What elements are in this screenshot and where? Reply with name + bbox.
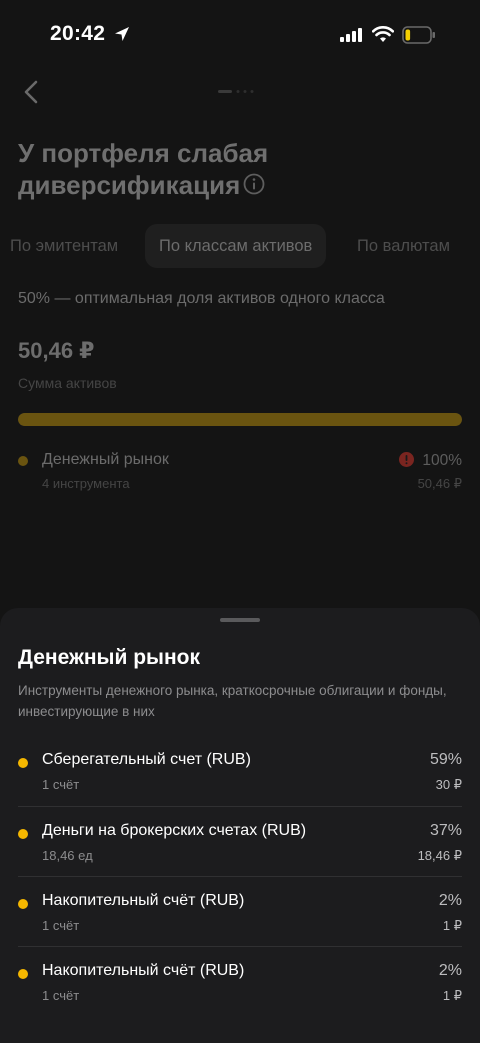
asset-class-dot	[18, 456, 28, 466]
instrument-dot	[18, 899, 28, 909]
asset-class-percent: 100%	[422, 452, 462, 469]
instrument-percent: 59%	[429, 751, 462, 768]
instrument-name: Деньги на брокерских счетах (RUB)	[42, 822, 307, 839]
list-item[interactable]: Накопительный счёт (RUB) 1 счёт 2% 1 ₽	[18, 876, 462, 946]
sheet-title: Денежный рынок	[18, 646, 201, 669]
instrument-name: Сберегательный счет (RUB)	[42, 751, 251, 768]
wifi-icon	[372, 26, 394, 42]
optimal-share-note: 50% — оптимальная доля активов одного кл…	[18, 290, 385, 307]
tab-by-currencies[interactable]: По валютам	[357, 224, 450, 268]
instrument-list: Сберегательный счет (RUB) 1 счёт 59% 30 …	[18, 736, 462, 1016]
tabs: По эмитентам По классам активов По валют…	[0, 224, 480, 268]
instrument-count: 1 счёт	[42, 918, 80, 933]
instrument-amount: 1 ₽	[442, 918, 462, 933]
sheet-description: Инструменты денежного рынка, краткосрочн…	[18, 683, 447, 719]
battery-icon	[402, 26, 435, 44]
instrument-count: 1 счёт	[42, 777, 80, 792]
instrument-dot	[18, 758, 28, 768]
status-time: 20:42	[50, 22, 106, 45]
instrument-name: Накопительный счёт (RUB)	[42, 962, 245, 979]
instrument-dot	[18, 969, 28, 979]
location-arrow-icon	[115, 27, 129, 41]
instrument-count: 1 счёт	[42, 988, 80, 1003]
cellular-signal-icon	[340, 28, 362, 42]
list-item[interactable]: Деньги на брокерских счетах (RUB) 18,46 …	[18, 806, 462, 876]
info-icon[interactable]	[243, 173, 265, 195]
asset-class-row[interactable]: Денежный рынок 4 инструмента 100% 50,46 …	[18, 448, 462, 498]
instrument-count: 18,46 ед	[42, 848, 93, 863]
asset-class-amount: 50,46 ₽	[417, 476, 462, 491]
page-indicator-icon	[218, 90, 254, 93]
instrument-percent: 2%	[438, 962, 462, 979]
asset-class-name: Денежный рынок	[42, 451, 169, 468]
instrument-amount: 30 ₽	[435, 777, 462, 792]
instrument-name: Накопительный счёт (RUB)	[42, 892, 245, 909]
instrument-dot	[18, 829, 28, 839]
total-sum-label: Сумма активов	[18, 375, 117, 391]
list-item[interactable]: Сберегательный счет (RUB) 1 счёт 59% 30 …	[18, 736, 462, 806]
sheet-drag-handle[interactable]	[220, 618, 260, 622]
tab-by-issuers[interactable]: По эмитентам	[10, 224, 118, 268]
status-bar: 20:42	[0, 0, 480, 70]
allocation-progress-bar	[18, 413, 462, 426]
instrument-percent: 37%	[429, 822, 462, 839]
page-title: У портфеля слабая диверсификация	[18, 138, 269, 200]
instrument-percent: 2%	[438, 892, 462, 909]
list-item[interactable]: Накопительный счёт (RUB) 1 счёт 2% 1 ₽	[18, 946, 462, 1016]
allocation-progress-fill	[18, 413, 462, 426]
instrument-amount: 1 ₽	[442, 988, 462, 1003]
asset-class-count: 4 инструмента	[42, 476, 130, 491]
tab-by-asset-classes[interactable]: По классам активов	[145, 224, 327, 268]
total-sum: 50,46 ₽	[18, 338, 95, 363]
bottom-sheet: Денежный рынок Инструменты денежного рын…	[0, 608, 480, 1043]
back-button[interactable]	[18, 78, 46, 106]
instrument-amount: 18,46 ₽	[417, 848, 462, 863]
warning-icon	[399, 452, 414, 467]
